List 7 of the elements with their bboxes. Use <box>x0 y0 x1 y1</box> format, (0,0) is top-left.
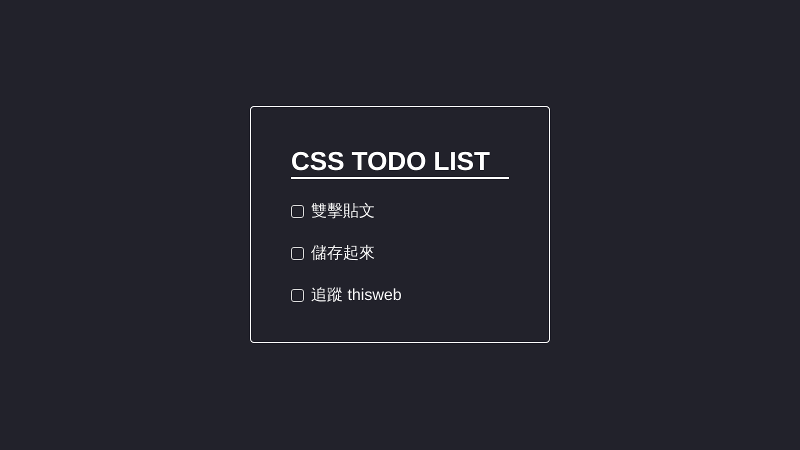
todo-label: 追蹤 thisweb <box>311 286 402 306</box>
todo-label: 儲存起來 <box>311 244 375 264</box>
checkbox[interactable] <box>291 288 304 302</box>
todo-title: CSS TODO LIST <box>291 145 509 179</box>
checkbox[interactable] <box>291 204 304 218</box>
checkbox[interactable] <box>291 246 304 260</box>
todo-label: 雙擊貼文 <box>311 202 375 222</box>
